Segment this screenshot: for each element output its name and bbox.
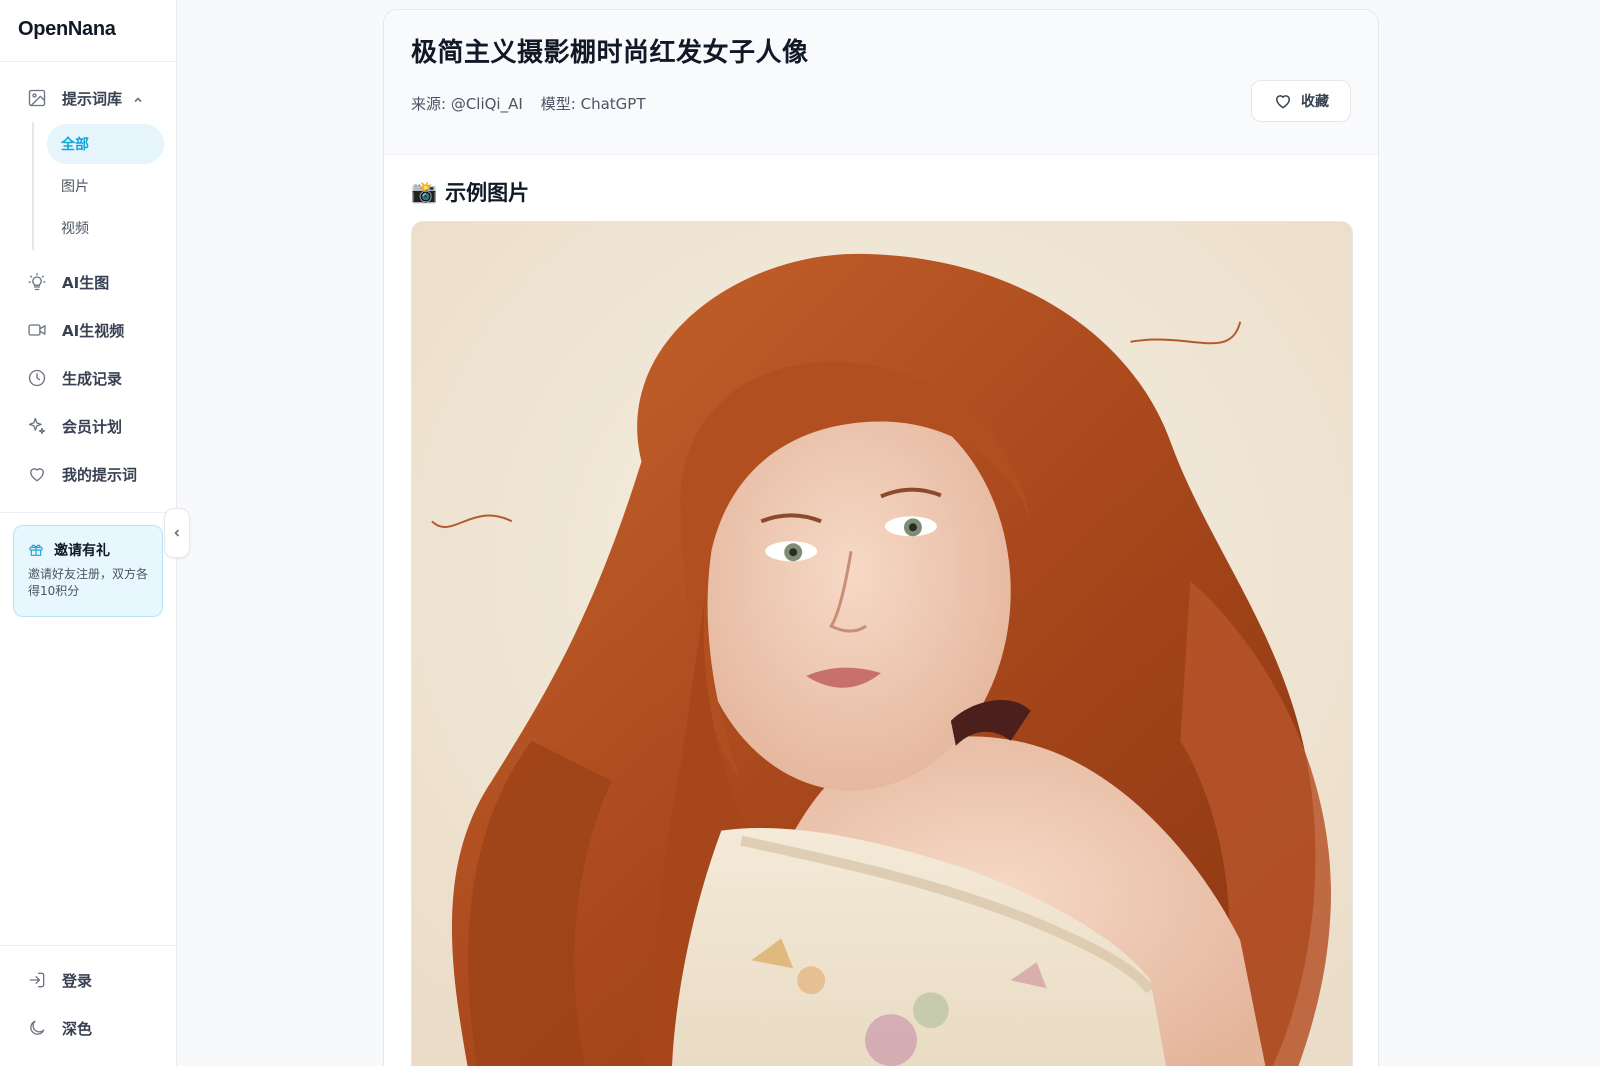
image-icon bbox=[27, 88, 47, 108]
invite-description: 邀请好友注册，双方各得10积分 bbox=[28, 567, 149, 598]
dark-mode-toggle[interactable]: 深色 bbox=[0, 1004, 177, 1052]
invite-title-row: 邀请有礼 bbox=[28, 540, 152, 560]
sidebar-item-label: 我的提示词 bbox=[62, 465, 138, 484]
sidebar: OpenNana 提示词库 全部 图片 视频 AI生图 AI生视频 生成记录 会… bbox=[0, 0, 177, 1066]
invite-card[interactable]: 邀请有礼 邀请好友注册，双方各得10积分 bbox=[13, 525, 163, 617]
sidebar-main-items: AI生图 AI生视频 生成记录 会员计划 我的提示词 bbox=[0, 258, 176, 498]
lightbulb-icon bbox=[27, 272, 47, 292]
invite-title: 邀请有礼 bbox=[54, 543, 110, 559]
sidebar-item-ai-image[interactable]: AI生图 bbox=[0, 258, 176, 306]
sidebar-bottom: 登录 深色 bbox=[0, 945, 177, 1066]
prompt-library-subnav: 全部 图片 视频 bbox=[32, 122, 176, 250]
dark-mode-label: 深色 bbox=[62, 1019, 93, 1038]
favorite-label: 收藏 bbox=[1301, 94, 1329, 110]
meta-row: 来源: @CliQi_AI 模型: ChatGPT bbox=[411, 93, 1351, 114]
sidebar-item-membership[interactable]: 会员计划 bbox=[0, 402, 176, 450]
login-icon bbox=[27, 970, 47, 990]
login-button[interactable]: 登录 bbox=[0, 956, 177, 1004]
source-text: 来源: @CliQi_AI bbox=[411, 95, 523, 113]
sidebar-item-label: 生成记录 bbox=[62, 369, 123, 388]
heart-icon bbox=[1275, 95, 1291, 109]
app-root: OpenNana 提示词库 全部 图片 视频 AI生图 AI生视频 生成记录 会… bbox=[0, 0, 1600, 1066]
sidebar-item-my-prompts[interactable]: 我的提示词 bbox=[0, 450, 176, 498]
example-image[interactable] bbox=[411, 221, 1353, 1066]
sidebar-item-prompt-library[interactable]: 提示词库 bbox=[0, 74, 176, 122]
moon-icon bbox=[27, 1018, 47, 1038]
video-icon bbox=[27, 320, 47, 340]
sidebar-item-ai-video[interactable]: AI生视频 bbox=[0, 306, 176, 354]
gift-icon bbox=[29, 544, 43, 556]
sidebar-item-history[interactable]: 生成记录 bbox=[0, 354, 176, 402]
subnav-item-all[interactable]: 全部 bbox=[47, 124, 164, 164]
sidebar-item-label: AI生图 bbox=[62, 273, 110, 292]
portrait-illustration bbox=[412, 222, 1352, 1066]
prompt-detail-card: 极简主义摄影棚时尚红发女子人像 来源: @CliQi_AI 模型: ChatGP… bbox=[383, 9, 1379, 1066]
login-label: 登录 bbox=[62, 971, 93, 990]
subnav-item-images[interactable]: 图片 bbox=[47, 166, 164, 206]
chevron-left-icon bbox=[174, 529, 180, 537]
divider bbox=[0, 512, 176, 513]
page-title: 极简主义摄影棚时尚红发女子人像 bbox=[411, 38, 809, 68]
sidebar-item-label: 提示词库 bbox=[62, 89, 123, 108]
examples-heading-label: 示例图片 bbox=[445, 181, 530, 205]
model-text: 模型: ChatGPT bbox=[540, 95, 646, 113]
sidebar-item-label: 会员计划 bbox=[62, 417, 123, 436]
clock-icon bbox=[27, 368, 47, 388]
favorite-button[interactable]: 收藏 bbox=[1251, 80, 1351, 122]
examples-heading: 📸 示例图片 bbox=[411, 177, 1378, 207]
sidebar-collapse-button[interactable] bbox=[164, 508, 190, 558]
sidebar-nav: 提示词库 全部 图片 视频 AI生图 AI生视频 生成记录 会员计划 我的提示词 bbox=[0, 62, 176, 513]
logo-row: OpenNana bbox=[0, 0, 176, 62]
card-header: 极简主义摄影棚时尚红发女子人像 来源: @CliQi_AI 模型: ChatGP… bbox=[384, 10, 1378, 155]
sidebar-item-label: AI生视频 bbox=[62, 321, 125, 340]
chevron-up-icon bbox=[132, 92, 144, 104]
heart-icon bbox=[27, 464, 47, 484]
camera-icon: 📸 bbox=[411, 179, 438, 204]
sparkle-icon bbox=[27, 416, 47, 436]
subnav-item-videos[interactable]: 视频 bbox=[47, 208, 164, 248]
logo[interactable]: OpenNana bbox=[18, 18, 116, 40]
